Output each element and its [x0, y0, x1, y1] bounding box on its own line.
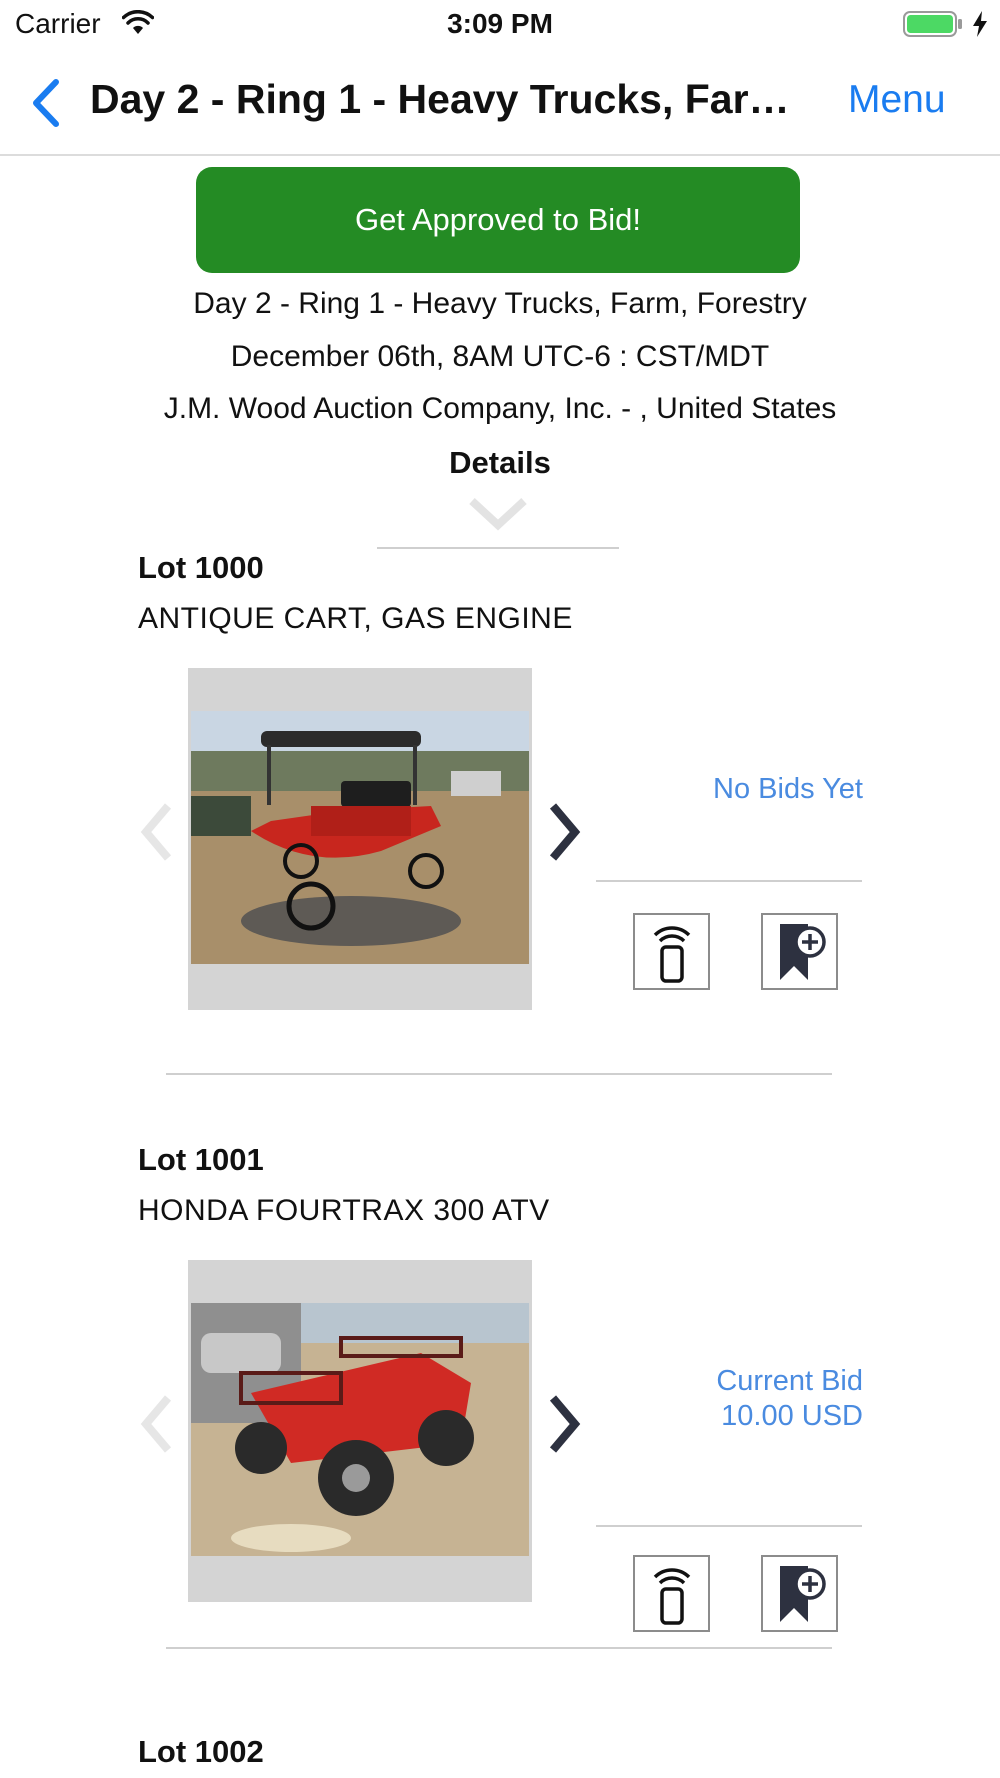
lot-number: Lot 1000 — [138, 550, 264, 585]
charging-bolt-icon — [973, 11, 987, 37]
status-time: 3:09 PM — [447, 8, 553, 39]
bookmark-add-icon — [779, 1565, 826, 1622]
watchlist-add-button[interactable] — [761, 913, 838, 990]
bid-status-label: No Bids Yet — [713, 773, 863, 805]
lot-card[interactable]: Lot 1002 — [0, 1734, 1000, 1778]
status-bar: Carrier 3:09 PM — [0, 0, 1000, 50]
divider — [596, 1525, 862, 1527]
auction-company: J.M. Wood Auction Company, Inc. - , Unit… — [163, 392, 837, 425]
lot-card[interactable]: Lot 1001 HONDA FOURTRAX 300 ATV Current … — [0, 1142, 1000, 1732]
auction-name: Day 2 - Ring 1 - Heavy Trucks, Farm, For… — [193, 287, 807, 320]
phone-signal-icon — [653, 925, 690, 983]
bid-status-label: Current Bid — [716, 1365, 863, 1397]
lot-title: HONDA FOURTRAX 300 ATV — [138, 1194, 550, 1227]
back-chevron-icon[interactable] — [28, 76, 64, 130]
lot-title: ANTIQUE CART, GAS ENGINE — [138, 602, 573, 635]
live-bid-button[interactable] — [633, 1555, 710, 1632]
divider — [166, 1647, 832, 1649]
details-toggle-label[interactable]: Details — [0, 445, 1000, 481]
bid-status: Current Bid 10.00 USD — [563, 1364, 863, 1434]
battery-icon — [903, 11, 962, 37]
chevron-down-icon[interactable] — [468, 495, 528, 531]
auction-date: December 06th, 8AM UTC-6 : CST/MDT — [230, 340, 770, 373]
watchlist-add-button[interactable] — [761, 1555, 838, 1632]
divider — [596, 880, 862, 882]
lot-card[interactable]: Lot 1000 ANTIQUE CART, GAS ENGINE No Bid… — [0, 550, 1000, 1140]
phone-signal-icon — [653, 1567, 690, 1625]
menu-button[interactable]: Menu — [848, 78, 946, 122]
divider — [166, 1073, 832, 1075]
lot-image-carousel[interactable] — [188, 668, 532, 1010]
live-bid-button[interactable] — [633, 913, 710, 990]
lot-number: Lot 1001 — [138, 1142, 264, 1177]
lot-photo — [191, 711, 529, 964]
navigation-bar: Day 2 - Ring 1 - Heavy Trucks, Farm,... … — [0, 52, 1000, 156]
bid-amount: 10.00 USD — [721, 1400, 863, 1432]
nav-title: Day 2 - Ring 1 - Heavy Trucks, Farm,... — [90, 76, 820, 122]
chevron-right-icon[interactable] — [545, 800, 583, 864]
chevron-left-icon[interactable] — [138, 1392, 176, 1456]
bookmark-add-icon — [779, 923, 826, 980]
chevron-left-icon[interactable] — [138, 800, 176, 864]
get-approved-button[interactable]: Get Approved to Bid! — [196, 167, 800, 273]
lot-photo — [191, 1303, 529, 1556]
bid-status: No Bids Yet — [563, 772, 863, 807]
lot-image-carousel[interactable] — [188, 1260, 532, 1602]
divider — [377, 547, 619, 549]
lot-number: Lot 1002 — [138, 1734, 264, 1769]
